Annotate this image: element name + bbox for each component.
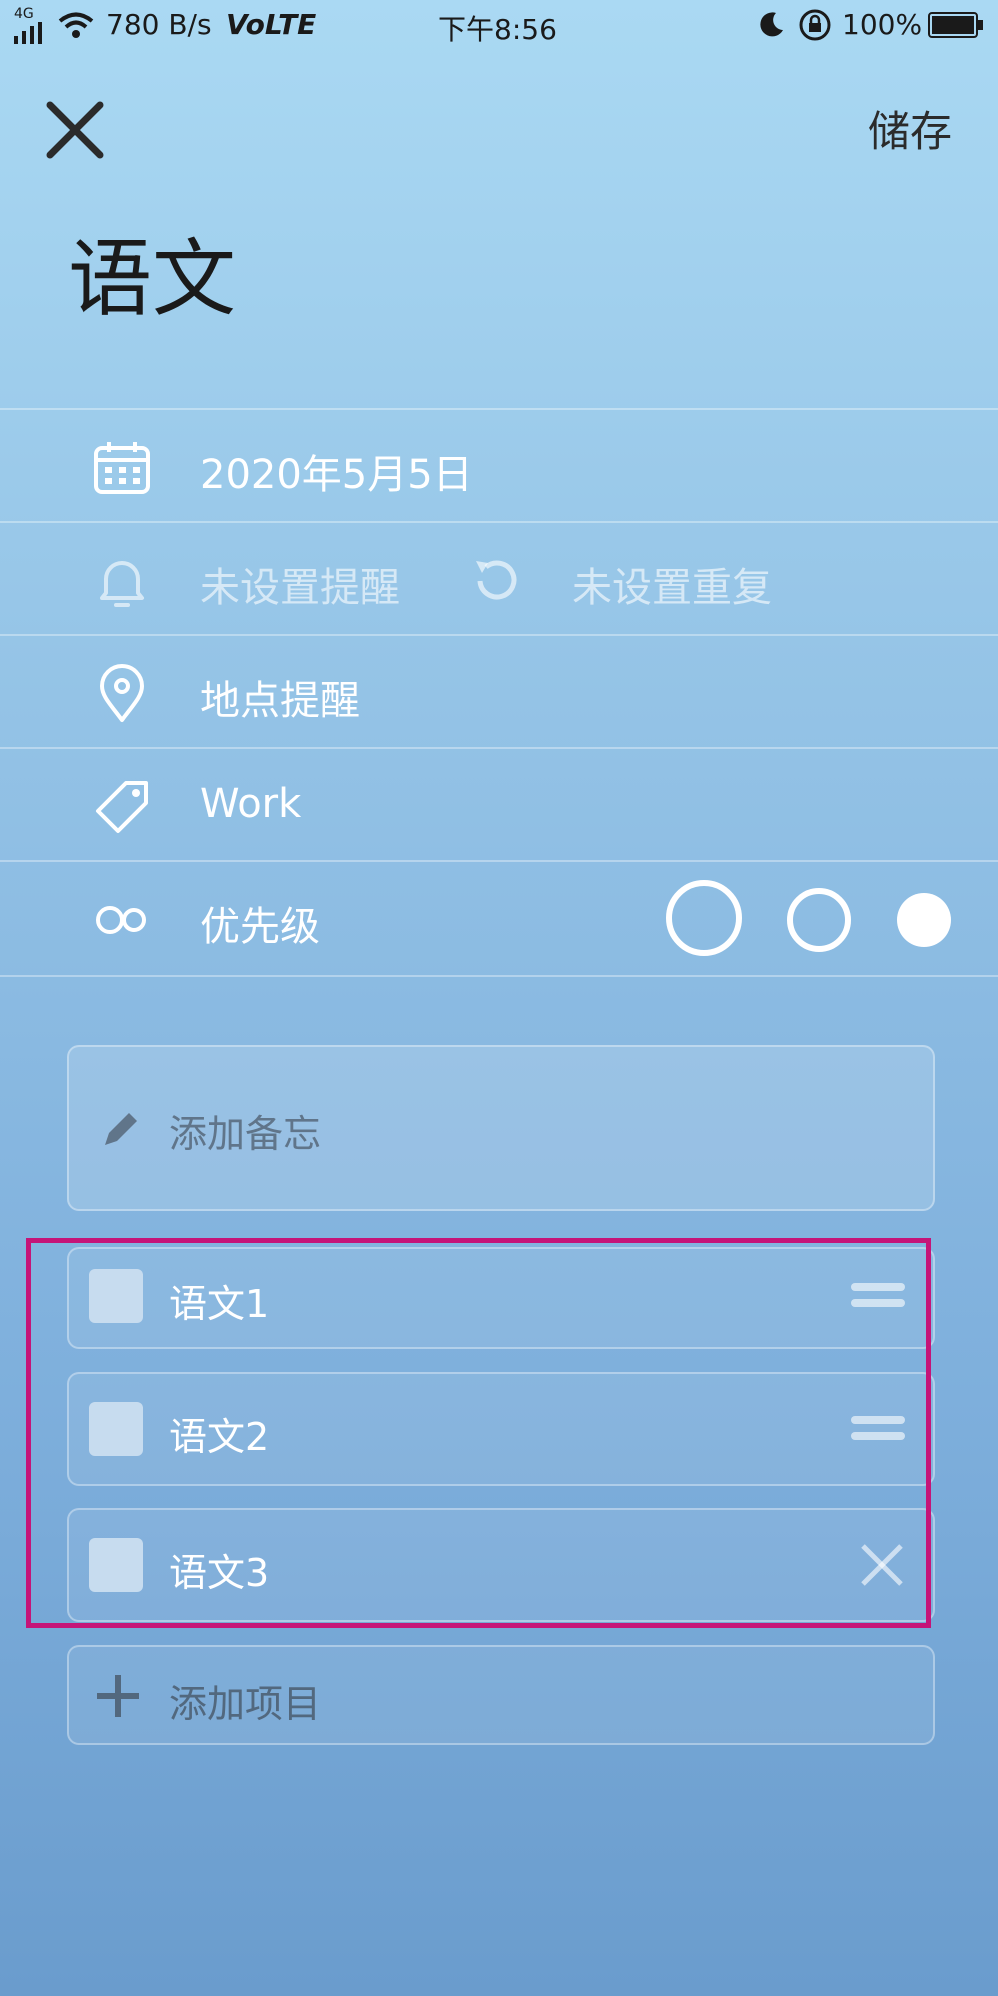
bell-icon[interactable]	[92, 551, 152, 611]
reminder-row: 未设置提醒 未设置重复	[0, 521, 998, 636]
calendar-icon	[94, 442, 150, 494]
add-item-button[interactable]: 添加项目	[67, 1645, 935, 1745]
priority-medium-option[interactable]	[785, 886, 853, 954]
wifi-icon	[58, 12, 94, 38]
plus-icon	[97, 1675, 139, 1717]
network-speed: 780 B/s	[106, 8, 212, 41]
battery-percent: 100%	[842, 8, 923, 41]
date-row[interactable]: 2020年5月5日	[0, 408, 998, 523]
volte-label: VoLTE	[226, 8, 317, 41]
tag-label: Work	[200, 781, 302, 827]
add-item-placeholder: 添加项目	[169, 1682, 322, 1726]
divider	[0, 975, 998, 977]
page-title[interactable]: 语文	[68, 212, 236, 333]
priority-high-option[interactable]	[664, 878, 744, 958]
repeat-label[interactable]: 未设置重复	[572, 555, 772, 613]
date-label: 2020年5月5日	[200, 452, 473, 498]
priority-label: 优先级	[200, 904, 320, 950]
priority-low-option[interactable]	[896, 892, 952, 948]
pencil-icon	[105, 1113, 137, 1145]
status-bar: 4G 780 B/s VoLTE 下午8:56 100%	[0, 0, 998, 52]
network-type: 4G	[14, 6, 34, 22]
selection-highlight	[26, 1238, 931, 1628]
tag-icon	[96, 781, 148, 833]
clock: 下午8:56	[438, 13, 557, 46]
note-placeholder: 添加备忘	[169, 1112, 322, 1156]
save-button[interactable]: 储存	[868, 98, 952, 159]
signal-icon	[14, 22, 42, 44]
tag-row[interactable]: Work	[0, 747, 998, 862]
reminder-label[interactable]: 未设置提醒	[200, 555, 400, 613]
priority-icon	[96, 906, 146, 934]
location-pin-icon	[100, 664, 144, 722]
location-row[interactable]: 地点提醒	[0, 634, 998, 749]
close-icon[interactable]	[40, 95, 110, 165]
moon-icon	[760, 12, 783, 37]
repeat-icon[interactable]	[466, 551, 526, 611]
note-input[interactable]: 添加备忘	[67, 1045, 935, 1211]
location-label: 地点提醒	[200, 678, 360, 724]
battery-icon	[928, 12, 983, 38]
rotation-lock-icon	[799, 9, 831, 41]
